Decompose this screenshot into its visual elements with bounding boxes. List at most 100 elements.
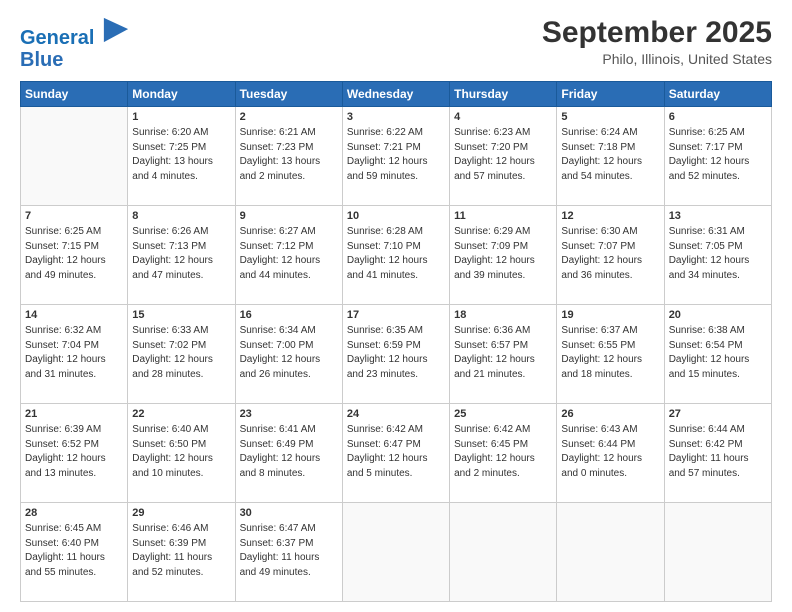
day-cell — [557, 503, 664, 602]
day-cell: 23Sunrise: 6:41 AMSunset: 6:49 PMDayligh… — [235, 404, 342, 503]
day-info: Sunrise: 6:34 AMSunset: 7:00 PMDaylight:… — [240, 324, 338, 382]
day-cell: 30Sunrise: 6:47 AMSunset: 6:37 PMDayligh… — [235, 503, 342, 602]
day-cell: 6Sunrise: 6:25 AMSunset: 7:17 PMDaylight… — [664, 107, 771, 206]
day-cell: 5Sunrise: 6:24 AMSunset: 7:18 PMDaylight… — [557, 107, 664, 206]
day-header-tuesday: Tuesday — [235, 82, 342, 107]
day-cell: 27Sunrise: 6:44 AMSunset: 6:42 PMDayligh… — [664, 404, 771, 503]
day-cell: 1Sunrise: 6:20 AMSunset: 7:25 PMDaylight… — [128, 107, 235, 206]
logo-blue: Blue — [20, 49, 130, 71]
day-cell — [664, 503, 771, 602]
day-number: 19 — [561, 308, 659, 323]
day-info: Sunrise: 6:29 AMSunset: 7:09 PMDaylight:… — [454, 225, 552, 283]
day-number: 29 — [132, 506, 230, 521]
day-cell — [342, 503, 449, 602]
day-number: 5 — [561, 110, 659, 125]
day-cell — [450, 503, 557, 602]
day-number: 1 — [132, 110, 230, 125]
day-info: Sunrise: 6:35 AMSunset: 6:59 PMDaylight:… — [347, 324, 445, 382]
month-title: September 2025 — [542, 16, 772, 49]
day-info: Sunrise: 6:31 AMSunset: 7:05 PMDaylight:… — [669, 225, 767, 283]
day-info: Sunrise: 6:26 AMSunset: 7:13 PMDaylight:… — [132, 225, 230, 283]
day-number: 17 — [347, 308, 445, 323]
day-number: 15 — [132, 308, 230, 323]
week-row-1: 7Sunrise: 6:25 AMSunset: 7:15 PMDaylight… — [21, 206, 772, 305]
day-cell: 22Sunrise: 6:40 AMSunset: 6:50 PMDayligh… — [128, 404, 235, 503]
day-info: Sunrise: 6:33 AMSunset: 7:02 PMDaylight:… — [132, 324, 230, 382]
day-number: 28 — [25, 506, 123, 521]
day-header-thursday: Thursday — [450, 82, 557, 107]
day-info: Sunrise: 6:22 AMSunset: 7:21 PMDaylight:… — [347, 126, 445, 184]
day-cell: 13Sunrise: 6:31 AMSunset: 7:05 PMDayligh… — [664, 206, 771, 305]
day-number: 12 — [561, 209, 659, 224]
day-number: 9 — [240, 209, 338, 224]
header: General Blue September 2025 Philo, Illin… — [20, 16, 772, 71]
calendar-table: SundayMondayTuesdayWednesdayThursdayFrid… — [20, 81, 772, 602]
day-info: Sunrise: 6:45 AMSunset: 6:40 PMDaylight:… — [25, 522, 123, 580]
day-cell: 8Sunrise: 6:26 AMSunset: 7:13 PMDaylight… — [128, 206, 235, 305]
logo-text: General — [20, 16, 130, 49]
week-row-2: 14Sunrise: 6:32 AMSunset: 7:04 PMDayligh… — [21, 305, 772, 404]
day-info: Sunrise: 6:41 AMSunset: 6:49 PMDaylight:… — [240, 423, 338, 481]
day-cell: 2Sunrise: 6:21 AMSunset: 7:23 PMDaylight… — [235, 107, 342, 206]
day-info: Sunrise: 6:47 AMSunset: 6:37 PMDaylight:… — [240, 522, 338, 580]
day-cell: 12Sunrise: 6:30 AMSunset: 7:07 PMDayligh… — [557, 206, 664, 305]
logo: General Blue — [20, 16, 130, 71]
day-info: Sunrise: 6:42 AMSunset: 6:47 PMDaylight:… — [347, 423, 445, 481]
day-cell: 20Sunrise: 6:38 AMSunset: 6:54 PMDayligh… — [664, 305, 771, 404]
day-info: Sunrise: 6:44 AMSunset: 6:42 PMDaylight:… — [669, 423, 767, 481]
day-cell: 24Sunrise: 6:42 AMSunset: 6:47 PMDayligh… — [342, 404, 449, 503]
logo-general: General — [20, 27, 94, 49]
calendar-body: 1Sunrise: 6:20 AMSunset: 7:25 PMDaylight… — [21, 107, 772, 602]
day-info: Sunrise: 6:27 AMSunset: 7:12 PMDaylight:… — [240, 225, 338, 283]
day-number: 24 — [347, 407, 445, 422]
day-cell: 19Sunrise: 6:37 AMSunset: 6:55 PMDayligh… — [557, 305, 664, 404]
day-info: Sunrise: 6:24 AMSunset: 7:18 PMDaylight:… — [561, 126, 659, 184]
location: Philo, Illinois, United States — [542, 51, 772, 67]
day-number: 23 — [240, 407, 338, 422]
title-block: September 2025 Philo, Illinois, United S… — [542, 16, 772, 67]
day-number: 20 — [669, 308, 767, 323]
day-info: Sunrise: 6:37 AMSunset: 6:55 PMDaylight:… — [561, 324, 659, 382]
day-header-sunday: Sunday — [21, 82, 128, 107]
day-cell: 25Sunrise: 6:42 AMSunset: 6:45 PMDayligh… — [450, 404, 557, 503]
day-header-saturday: Saturday — [664, 82, 771, 107]
day-header-friday: Friday — [557, 82, 664, 107]
day-cell: 9Sunrise: 6:27 AMSunset: 7:12 PMDaylight… — [235, 206, 342, 305]
day-cell: 11Sunrise: 6:29 AMSunset: 7:09 PMDayligh… — [450, 206, 557, 305]
day-cell: 7Sunrise: 6:25 AMSunset: 7:15 PMDaylight… — [21, 206, 128, 305]
day-cell: 28Sunrise: 6:45 AMSunset: 6:40 PMDayligh… — [21, 503, 128, 602]
day-number: 21 — [25, 407, 123, 422]
day-number: 6 — [669, 110, 767, 125]
day-number: 22 — [132, 407, 230, 422]
day-number: 13 — [669, 209, 767, 224]
day-info: Sunrise: 6:32 AMSunset: 7:04 PMDaylight:… — [25, 324, 123, 382]
week-row-4: 28Sunrise: 6:45 AMSunset: 6:40 PMDayligh… — [21, 503, 772, 602]
week-row-0: 1Sunrise: 6:20 AMSunset: 7:25 PMDaylight… — [21, 107, 772, 206]
week-row-3: 21Sunrise: 6:39 AMSunset: 6:52 PMDayligh… — [21, 404, 772, 503]
day-info: Sunrise: 6:39 AMSunset: 6:52 PMDaylight:… — [25, 423, 123, 481]
day-cell: 18Sunrise: 6:36 AMSunset: 6:57 PMDayligh… — [450, 305, 557, 404]
day-cell: 16Sunrise: 6:34 AMSunset: 7:00 PMDayligh… — [235, 305, 342, 404]
day-number: 14 — [25, 308, 123, 323]
day-cell: 15Sunrise: 6:33 AMSunset: 7:02 PMDayligh… — [128, 305, 235, 404]
day-info: Sunrise: 6:25 AMSunset: 7:17 PMDaylight:… — [669, 126, 767, 184]
day-cell: 14Sunrise: 6:32 AMSunset: 7:04 PMDayligh… — [21, 305, 128, 404]
day-number: 8 — [132, 209, 230, 224]
day-info: Sunrise: 6:30 AMSunset: 7:07 PMDaylight:… — [561, 225, 659, 283]
day-number: 11 — [454, 209, 552, 224]
day-number: 3 — [347, 110, 445, 125]
day-number: 26 — [561, 407, 659, 422]
day-cell: 3Sunrise: 6:22 AMSunset: 7:21 PMDaylight… — [342, 107, 449, 206]
day-info: Sunrise: 6:40 AMSunset: 6:50 PMDaylight:… — [132, 423, 230, 481]
day-info: Sunrise: 6:42 AMSunset: 6:45 PMDaylight:… — [454, 423, 552, 481]
day-number: 7 — [25, 209, 123, 224]
day-info: Sunrise: 6:38 AMSunset: 6:54 PMDaylight:… — [669, 324, 767, 382]
day-info: Sunrise: 6:21 AMSunset: 7:23 PMDaylight:… — [240, 126, 338, 184]
day-cell: 29Sunrise: 6:46 AMSunset: 6:39 PMDayligh… — [128, 503, 235, 602]
day-info: Sunrise: 6:46 AMSunset: 6:39 PMDaylight:… — [132, 522, 230, 580]
day-cell: 10Sunrise: 6:28 AMSunset: 7:10 PMDayligh… — [342, 206, 449, 305]
day-cell: 17Sunrise: 6:35 AMSunset: 6:59 PMDayligh… — [342, 305, 449, 404]
day-cell: 4Sunrise: 6:23 AMSunset: 7:20 PMDaylight… — [450, 107, 557, 206]
day-number: 18 — [454, 308, 552, 323]
day-info: Sunrise: 6:20 AMSunset: 7:25 PMDaylight:… — [132, 126, 230, 184]
